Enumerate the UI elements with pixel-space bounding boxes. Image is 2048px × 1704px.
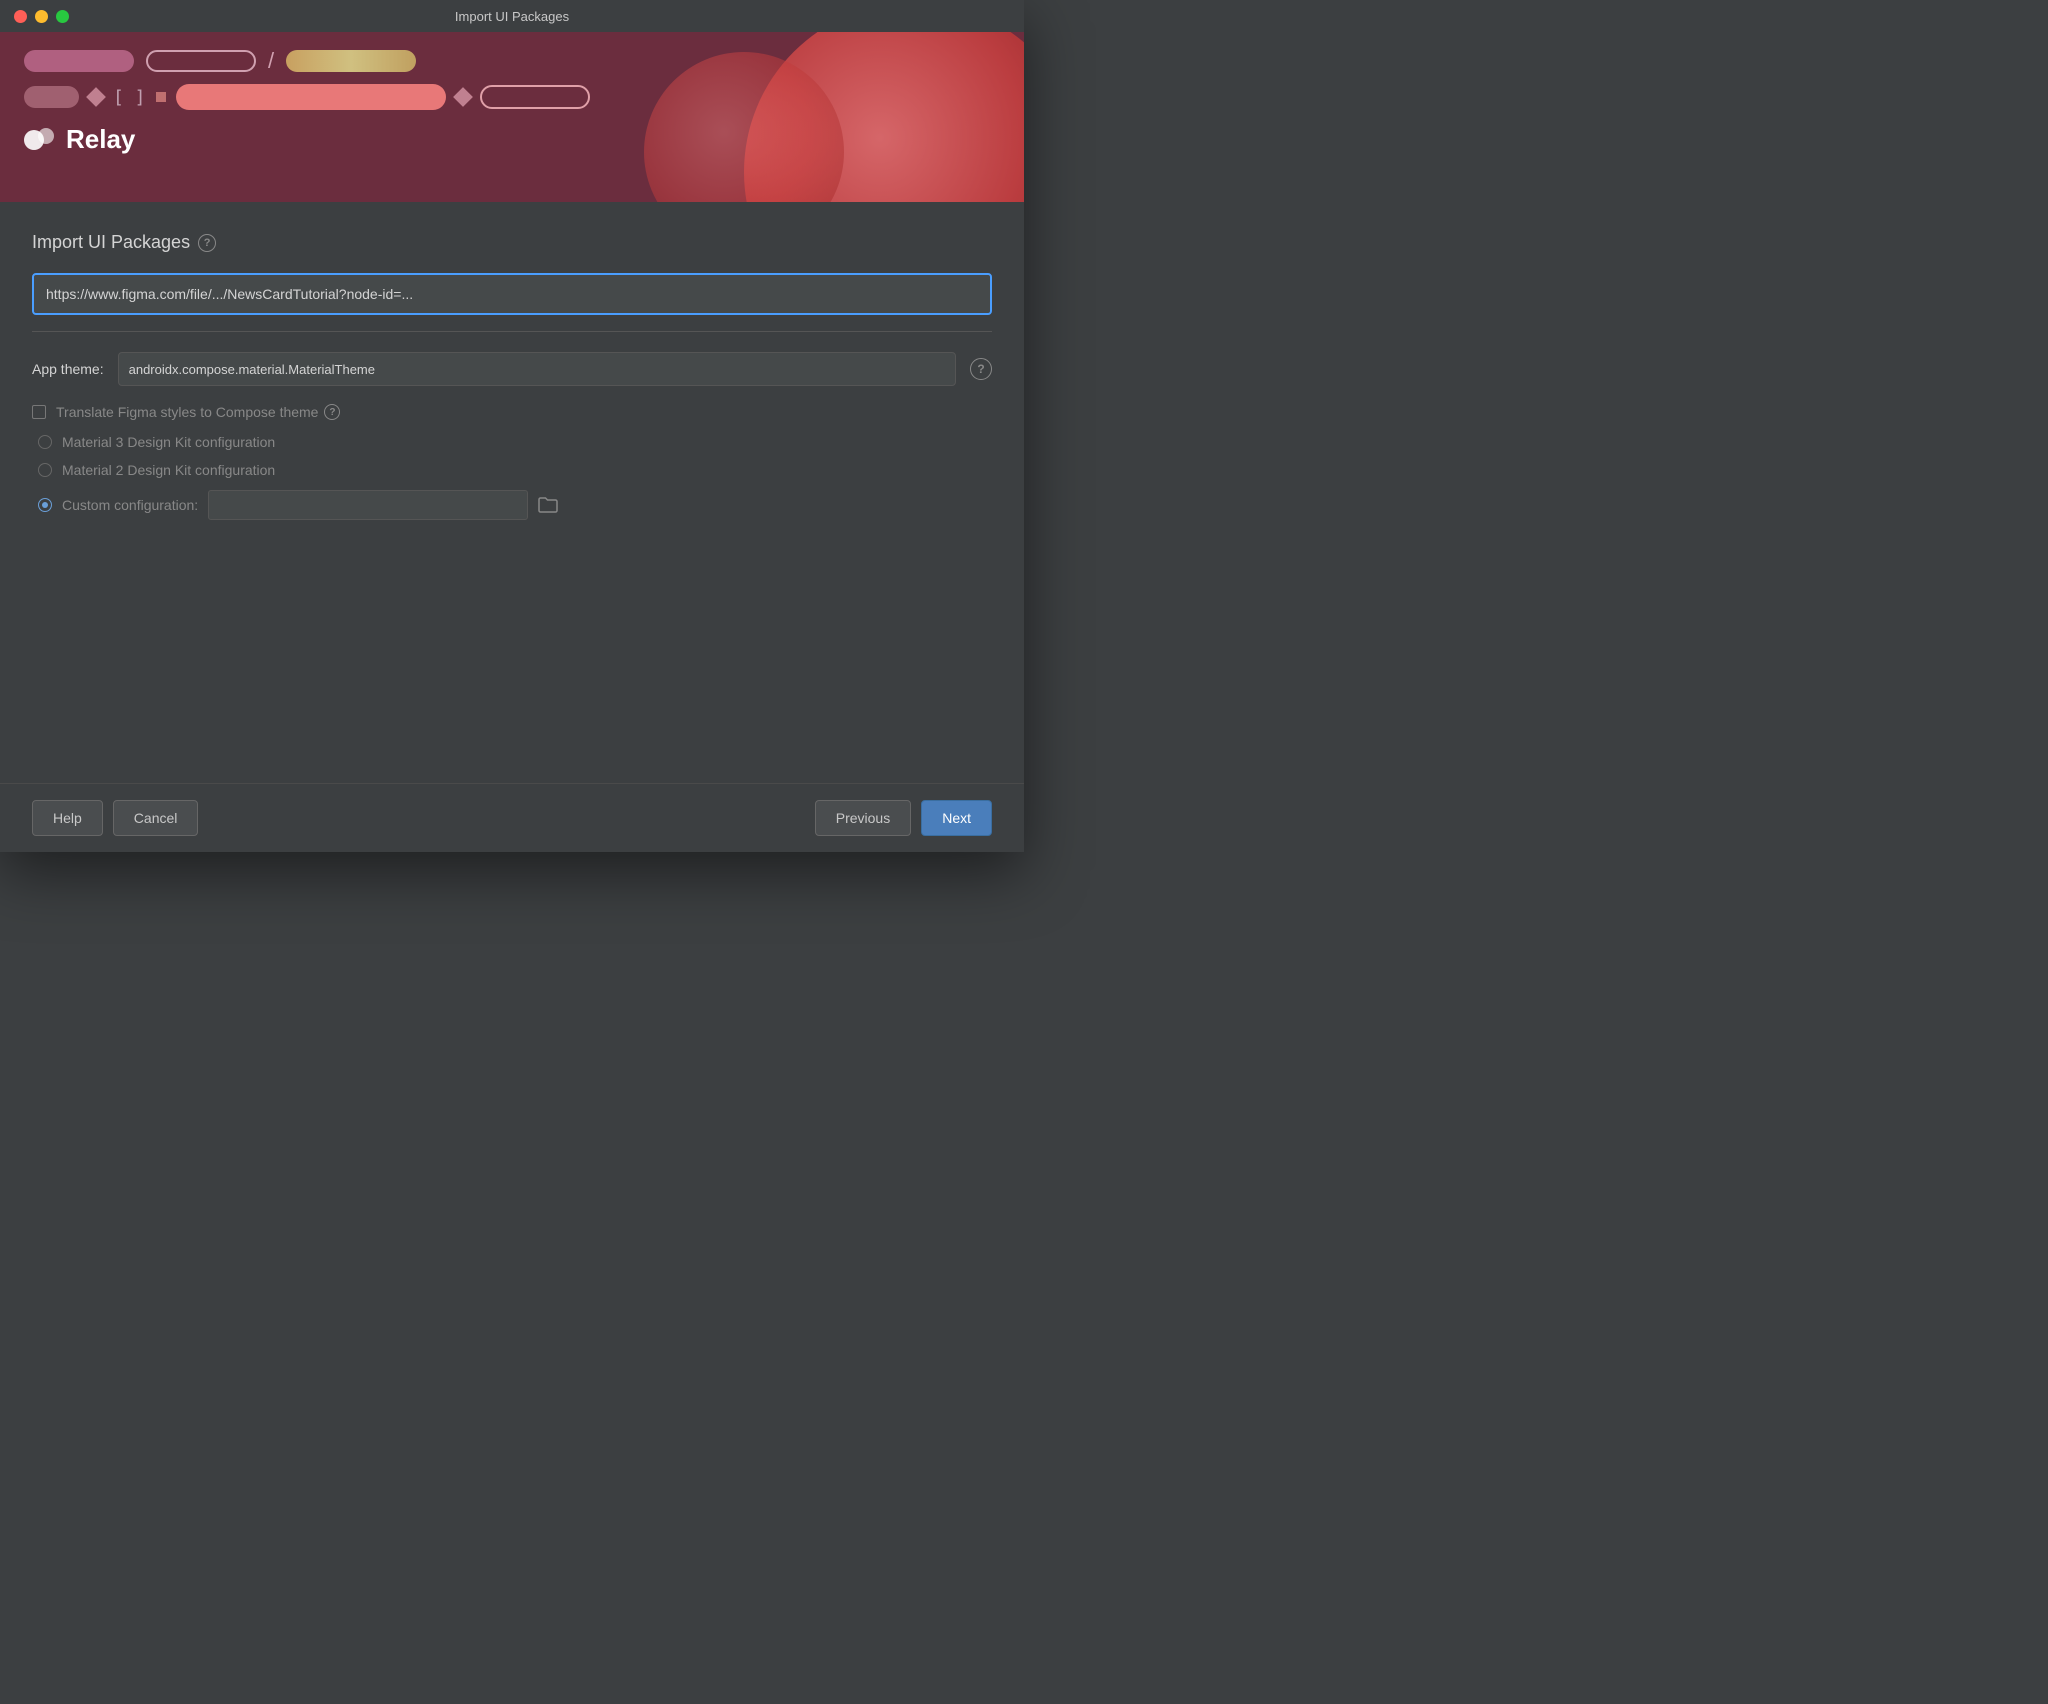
app-theme-row: App theme: ?: [32, 352, 992, 386]
theme-help-icon[interactable]: ?: [970, 358, 992, 380]
custom-config-input[interactable]: [208, 490, 528, 520]
radio-material2-label: Material 2 Design Kit configuration: [62, 462, 275, 478]
deco-bar-outline: [146, 50, 256, 72]
help-button[interactable]: Help: [32, 800, 103, 836]
deco-diamond-2-icon: [453, 87, 473, 107]
cancel-button[interactable]: Cancel: [113, 800, 199, 836]
deco-slash-icon: /: [268, 48, 274, 74]
radio-custom-config[interactable]: [38, 498, 52, 512]
deco-row-1: /: [24, 48, 1000, 74]
footer-right-buttons: Previous Next: [815, 800, 992, 836]
custom-config-label: Custom configuration:: [62, 497, 198, 513]
radio-material2-row[interactable]: Material 2 Design Kit configuration: [32, 462, 992, 478]
hero-banner: / [ ] Relay: [0, 32, 1024, 202]
title-bar: Import UI Packages: [0, 0, 1024, 32]
deco-bar-gradient: [286, 50, 416, 72]
deco-small-bar: [24, 86, 79, 108]
window-controls[interactable]: [14, 10, 69, 23]
main-content: Import UI Packages ? App theme: ? Transl…: [0, 202, 1024, 783]
deco-bracket-icon: [ ]: [113, 87, 146, 108]
close-button[interactable]: [14, 10, 27, 23]
deco-square-icon: [156, 92, 166, 102]
footer-left-buttons: Help Cancel: [32, 800, 198, 836]
previous-button[interactable]: Previous: [815, 800, 911, 836]
deco-bar-outline-small: [480, 85, 590, 109]
window-title: Import UI Packages: [455, 9, 569, 24]
section-title-text: Import UI Packages: [32, 232, 190, 253]
relay-logo-text: Relay: [66, 124, 135, 155]
relay-logo-icon: [24, 127, 56, 153]
section-help-icon[interactable]: ?: [198, 234, 216, 252]
deco-bar-pink: [24, 50, 134, 72]
folder-browse-icon[interactable]: [538, 497, 558, 513]
maximize-button[interactable]: [56, 10, 69, 23]
app-theme-label: App theme:: [32, 361, 104, 377]
app-theme-input[interactable]: [118, 352, 956, 386]
radio-material3-label: Material 3 Design Kit configuration: [62, 434, 275, 450]
translate-checkbox-label: Translate Figma styles to Compose theme …: [56, 404, 340, 420]
custom-config-row: Custom configuration:: [32, 490, 992, 520]
radio-material3[interactable]: [38, 435, 52, 449]
deco-diamond-icon: [86, 87, 106, 107]
radio-material3-row[interactable]: Material 3 Design Kit configuration: [32, 434, 992, 450]
figma-url-input[interactable]: [32, 273, 992, 315]
deco-row-2: [ ]: [24, 84, 1000, 110]
translate-help-icon[interactable]: ?: [324, 404, 340, 420]
minimize-button[interactable]: [35, 10, 48, 23]
section-title-row: Import UI Packages ?: [32, 232, 992, 253]
translate-checkbox[interactable]: [32, 405, 46, 419]
footer: Help Cancel Previous Next: [0, 783, 1024, 852]
divider: [32, 331, 992, 332]
deco-bar-salmon: [176, 84, 446, 110]
translate-checkbox-row[interactable]: Translate Figma styles to Compose theme …: [32, 404, 992, 420]
next-button[interactable]: Next: [921, 800, 992, 836]
relay-logo: Relay: [24, 124, 1000, 155]
radio-material2[interactable]: [38, 463, 52, 477]
